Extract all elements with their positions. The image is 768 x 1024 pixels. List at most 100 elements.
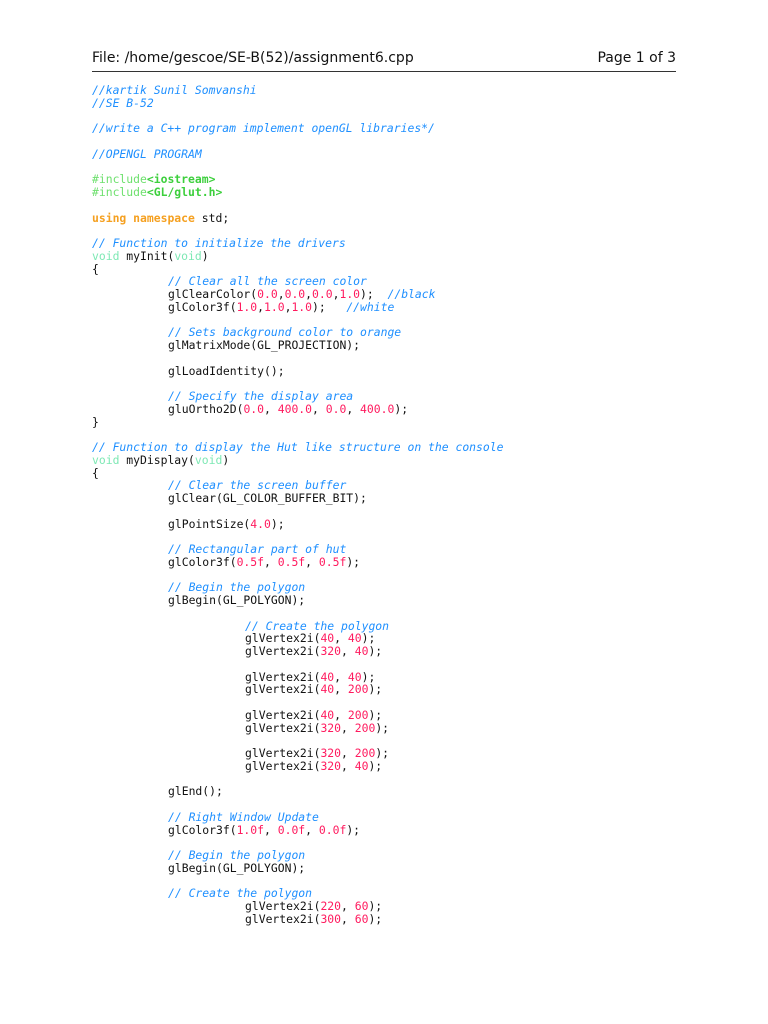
code-line: glLoadIdentity(); xyxy=(92,363,503,378)
code-text: ); xyxy=(394,401,409,416)
number-literal: 0.5f xyxy=(277,554,306,569)
number-literal: 40 xyxy=(354,644,369,658)
code-text: , xyxy=(264,401,278,416)
number-literal: 40 xyxy=(320,682,335,697)
code-line: gluOrtho2D(0.0, 400.0, 0.0, 400.0); xyxy=(92,401,503,416)
code-text: { xyxy=(92,465,99,480)
type-keyword: void xyxy=(194,452,223,467)
code-text: ) xyxy=(222,452,230,467)
code-listing: //kartik Sunil Somvanshi//SE B-52//write… xyxy=(92,84,503,926)
code-text: ); xyxy=(312,299,347,314)
number-literal: 400.0 xyxy=(360,401,395,416)
code-line: glVertex2i(40, 200); xyxy=(92,683,503,696)
number-literal: 400.0 xyxy=(277,401,313,416)
code-line: using namespace std; xyxy=(92,210,503,225)
code-text: std; xyxy=(194,210,230,225)
code-text: myInit( xyxy=(119,248,175,263)
code-text: , xyxy=(264,554,278,569)
preprocessor-directive: #include xyxy=(92,185,147,199)
code-text: , xyxy=(341,644,355,658)
code-text: glVertex2i( xyxy=(245,911,321,926)
code-line: //write a C++ program implement openGL l… xyxy=(92,122,503,135)
code-line: glBegin(GL_POLYGON); xyxy=(92,860,503,875)
code-line: glColor3f(1.0f, 0.0f, 0.0f); xyxy=(92,822,503,837)
code-comment: //SE B-52 xyxy=(92,95,154,110)
code-text: glVertex2i( xyxy=(245,758,321,773)
number-literal: 1.0 xyxy=(291,299,313,314)
number-literal: 200 xyxy=(347,682,369,697)
code-text: ); xyxy=(375,720,390,735)
code-line: glColor3f(0.5f, 0.5f, 0.5f); xyxy=(92,554,503,569)
code-text: , xyxy=(264,822,278,837)
code-comment: //black xyxy=(387,287,436,301)
code-line: //SE B-52 xyxy=(92,95,503,110)
code-text: ); xyxy=(346,554,361,569)
number-literal: 320 xyxy=(320,758,342,773)
code-text: , xyxy=(305,554,319,569)
number-literal: 320 xyxy=(320,720,342,735)
code-comment: //white xyxy=(346,299,395,314)
number-literal: 1.0 xyxy=(264,299,285,314)
code-text: { xyxy=(92,261,99,276)
code-text: glColor3f( xyxy=(168,554,237,569)
code-text: , xyxy=(305,822,319,837)
code-line: glMatrixMode(GL_PROJECTION); xyxy=(92,339,503,352)
number-literal: 300 xyxy=(320,911,342,926)
code-line: glVertex2i(320, 40); xyxy=(92,758,503,773)
code-text: , xyxy=(341,758,355,773)
code-line: glVertex2i(320, 40); xyxy=(92,645,503,658)
code-line: glEnd(); xyxy=(92,785,503,798)
file-path: File: /home/gescoe/SE-B(52)/assignment6.… xyxy=(92,50,414,66)
number-literal: 60 xyxy=(354,911,369,926)
code-text: glPointSize( xyxy=(168,516,251,531)
number-literal: 320 xyxy=(320,644,342,658)
code-line: void myInit(void) xyxy=(92,248,503,263)
code-text: , xyxy=(341,911,355,926)
code-comment: //write a C++ program implement openGL l… xyxy=(92,121,435,136)
number-literal: 0.5f xyxy=(318,554,347,569)
code-line: } xyxy=(92,414,503,429)
code-text: , xyxy=(257,299,265,314)
number-literal: 0.0 xyxy=(243,401,265,416)
code-text: ); xyxy=(368,758,383,773)
code-text: glColor3f( xyxy=(168,299,237,314)
code-line: void myDisplay(void) xyxy=(92,452,503,467)
keyword: using xyxy=(92,210,127,225)
code-text: ); xyxy=(270,516,285,531)
code-text: } xyxy=(92,414,99,429)
code-text: ) xyxy=(201,248,209,263)
code-text: ); xyxy=(368,682,383,697)
number-literal: 0.0f xyxy=(277,822,306,837)
code-line: glVertex2i(320, 200); xyxy=(92,720,503,735)
code-text: , xyxy=(334,682,348,697)
number-literal: 0.0 xyxy=(325,401,347,416)
code-line: glColor3f(1.0,1.0,1.0); //white xyxy=(92,299,503,314)
code-text: , xyxy=(341,720,355,735)
code-text: glVertex2i( xyxy=(245,682,321,697)
code-text: glColor3f( xyxy=(168,822,237,837)
code-text: glLoadIdentity(); xyxy=(168,363,285,378)
code-line: glClear(GL_COLOR_BUFFER_BIT); xyxy=(92,492,503,505)
code-line: //OPENGL PROGRAM xyxy=(92,146,503,161)
number-literal: 1.0f xyxy=(236,822,265,837)
code-text: , xyxy=(346,401,361,416)
code-text: , xyxy=(312,401,326,416)
number-literal: 200 xyxy=(354,720,376,735)
code-line: #include<GL/glut.h> xyxy=(92,186,503,199)
code-text: ); xyxy=(346,822,361,837)
code-text: glBegin(GL_POLYGON); xyxy=(168,593,306,607)
keyword: namespace xyxy=(133,210,195,225)
code-text: gluOrtho2D( xyxy=(168,401,244,416)
type-keyword: void xyxy=(174,248,202,263)
code-text: ); xyxy=(368,644,383,658)
code-text: glEnd(); xyxy=(168,784,223,799)
code-text: glBegin(GL_POLYGON); xyxy=(168,860,306,875)
include-header: <GL/glut.h> xyxy=(146,185,223,199)
code-text: myDisplay( xyxy=(119,452,195,467)
code-text: glVertex2i( xyxy=(245,720,321,735)
code-line: glPointSize(4.0); xyxy=(92,516,503,531)
code-comment: //OPENGL PROGRAM xyxy=(92,146,202,161)
code-text: glMatrixMode(GL_PROJECTION); xyxy=(168,338,361,352)
